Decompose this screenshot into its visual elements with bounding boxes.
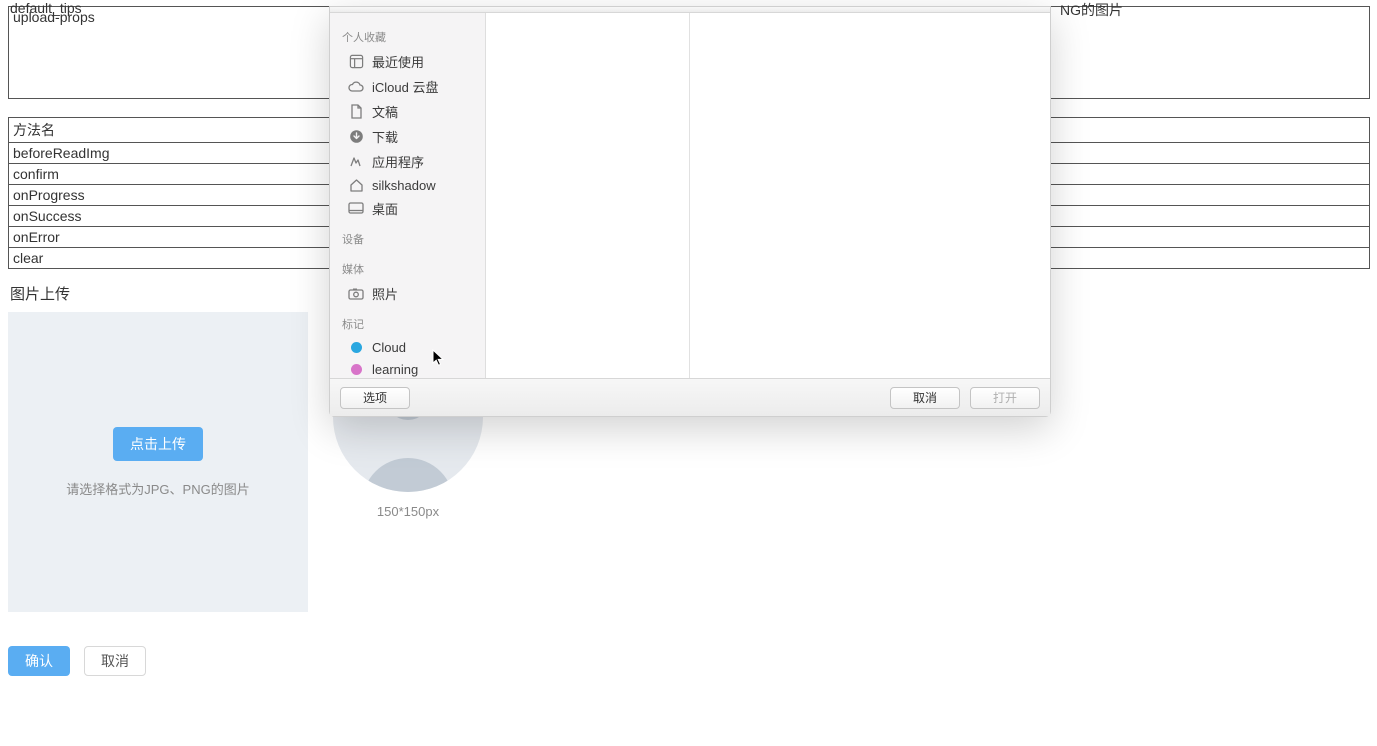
cell-method: beforeReadImg (9, 143, 339, 164)
download-icon (348, 129, 364, 145)
sidebar-item-label: 照片 (372, 284, 398, 303)
document-icon (348, 104, 364, 120)
cell-prop-extra (1040, 7, 1370, 99)
sidebar-item-label: 下载 (372, 127, 398, 146)
sidebar-item-recents[interactable]: 最近使用 (330, 49, 485, 74)
sidebar-item-label: 应用程序 (372, 152, 424, 171)
avatar-preview-size: 150*150px (333, 504, 483, 519)
upload-button[interactable]: 点击上传 (113, 427, 203, 461)
truncated-cell-left: default_tips (10, 0, 82, 16)
sidebar-group-media: 媒体 (330, 251, 485, 281)
applications-icon (348, 154, 364, 170)
finder-sidebar: 个人收藏 最近使用 iCloud 云盘 文稿 下载 应用程序 (330, 13, 486, 378)
sidebar-item-documents[interactable]: 文稿 (330, 99, 485, 124)
sidebar-item-photos[interactable]: 照片 (330, 281, 485, 306)
sidebar-item-label: learning (372, 362, 418, 377)
sidebar-tag-learning[interactable]: learning (330, 358, 485, 378)
tag-dot-icon (348, 339, 364, 355)
sidebar-group-devices: 设备 (330, 221, 485, 251)
sidebar-item-icloud[interactable]: iCloud 云盘 (330, 74, 485, 99)
cell-method: onSuccess (9, 206, 339, 227)
sidebar-item-home[interactable]: silkshadow (330, 174, 485, 196)
sidebar-item-label: silkshadow (372, 178, 436, 193)
header-col3 (1040, 118, 1370, 143)
camera-icon (348, 286, 364, 302)
finder-column-view (486, 13, 1050, 378)
sidebar-item-downloads[interactable]: 下载 (330, 124, 485, 149)
cell-method: confirm (9, 164, 339, 185)
cell-method: onProgress (9, 185, 339, 206)
header-method-name: 方法名 (9, 118, 339, 143)
cell-prop-name: upload-props (9, 7, 339, 99)
file-open-dialog: 个人收藏 最近使用 iCloud 云盘 文稿 下载 应用程序 (329, 6, 1051, 417)
sidebar-tag-cloud[interactable]: Cloud (330, 336, 485, 358)
sidebar-item-label: 最近使用 (372, 52, 424, 71)
truncated-cell-right: NG的图片 (1060, 0, 1123, 20)
tag-dot-icon (348, 361, 364, 377)
recents-icon (348, 54, 364, 70)
sidebar-item-desktop[interactable]: 桌面 (330, 196, 485, 221)
finder-open-button[interactable]: 打开 (970, 387, 1040, 409)
finder-options-button[interactable]: 选项 (340, 387, 410, 409)
sidebar-item-label: Cloud (372, 340, 406, 355)
cancel-button[interactable]: 取消 (84, 646, 146, 676)
finder-cancel-button[interactable]: 取消 (890, 387, 960, 409)
sidebar-item-label: iCloud 云盘 (372, 77, 438, 96)
finder-footer: 选项 取消 打开 (330, 378, 1050, 416)
finder-column[interactable] (486, 13, 690, 378)
sidebar-item-applications[interactable]: 应用程序 (330, 149, 485, 174)
sidebar-group-favorites: 个人收藏 (330, 19, 485, 49)
desktop-icon (348, 201, 364, 217)
confirm-button[interactable]: 确认 (8, 646, 70, 676)
finder-toolbar (330, 7, 1050, 13)
upload-dropzone[interactable]: 点击上传 请选择格式为JPG、PNG的图片 (8, 312, 308, 612)
upload-hint: 请选择格式为JPG、PNG的图片 (66, 479, 249, 498)
sidebar-group-tags: 标记 (330, 306, 485, 336)
sidebar-item-label: 桌面 (372, 199, 398, 218)
sidebar-item-label: 文稿 (372, 102, 398, 121)
cell-method: clear (9, 248, 339, 269)
cloud-icon (348, 79, 364, 95)
cell-method: onError (9, 227, 339, 248)
finder-column[interactable] (690, 13, 1050, 378)
home-icon (348, 177, 364, 193)
